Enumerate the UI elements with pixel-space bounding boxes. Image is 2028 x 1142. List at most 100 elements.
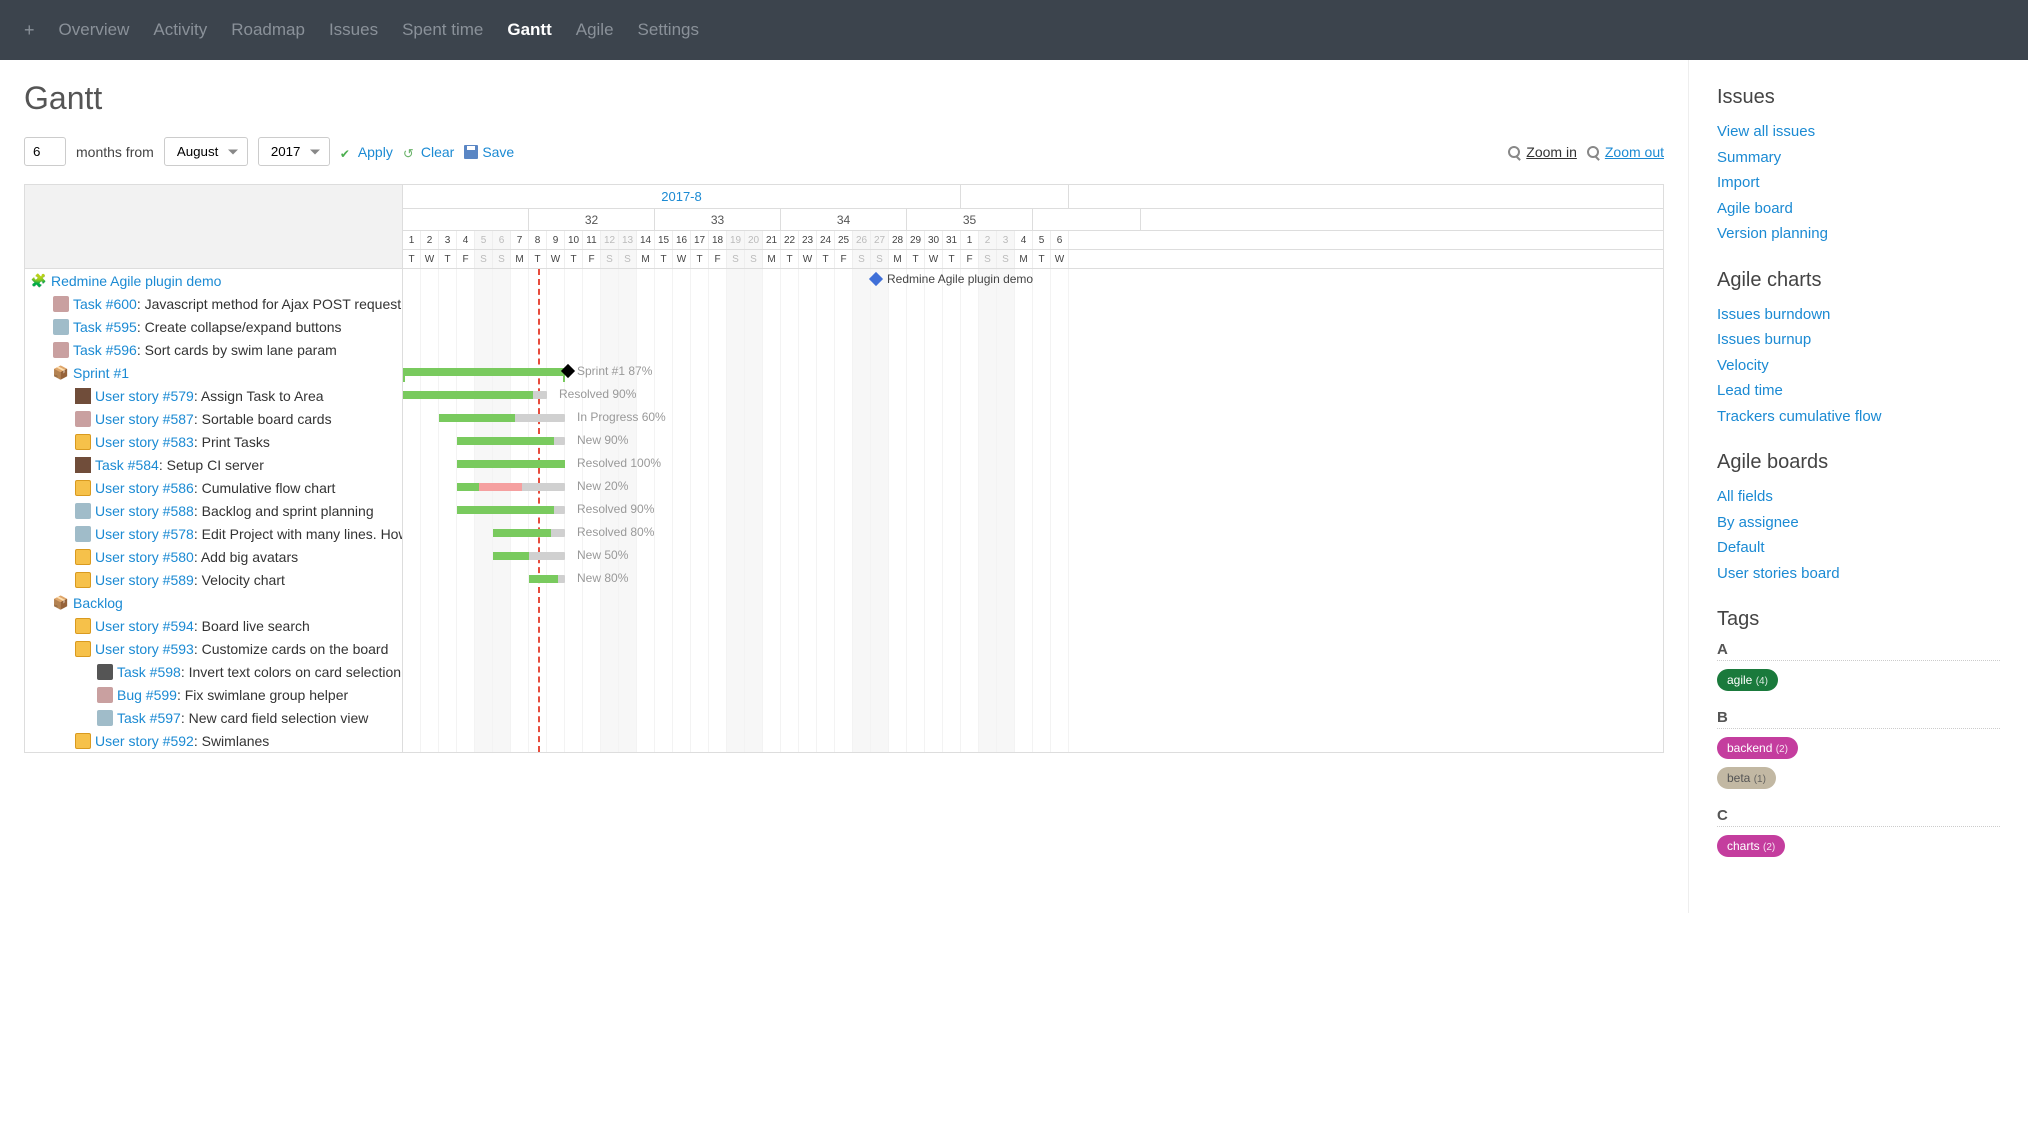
sidebar-link[interactable]: Default <box>1717 535 2000 561</box>
zoom-in-link[interactable]: Zoom in <box>1508 144 1577 160</box>
box-icon <box>75 618 91 634</box>
gantt-bar[interactable]: In Progress 60% <box>439 414 565 422</box>
gantt-bar[interactable]: Resolved 90% <box>457 506 565 514</box>
gantt-row: User story #588: Backlog and sprint plan… <box>25 499 402 522</box>
issue-link[interactable]: User story #580 <box>95 549 194 565</box>
zoom-out-link[interactable]: Zoom out <box>1587 144 1664 160</box>
sidebar-link[interactable]: User stories board <box>1717 561 2000 587</box>
issue-link[interactable]: User story #588 <box>95 503 194 519</box>
sidebar-link[interactable]: Import <box>1717 170 2000 196</box>
nav-overview[interactable]: Overview <box>59 20 130 40</box>
issue-link[interactable]: Task #595 <box>73 319 137 335</box>
sidebar-link[interactable]: Issues burndown <box>1717 302 2000 328</box>
issue-link[interactable]: Bug #599 <box>117 687 177 703</box>
month-header[interactable]: 2017-8 <box>403 185 961 209</box>
issue-link[interactable]: User story #593 <box>95 641 194 657</box>
bar-label: Sprint #1 87% <box>577 364 652 378</box>
tag[interactable]: beta (1) <box>1717 767 1776 789</box>
gantt-bar[interactable]: New 50% <box>493 552 565 560</box>
tag-letter: B <box>1717 709 2000 729</box>
apply-link[interactable]: Apply <box>340 144 393 160</box>
issue-link[interactable]: User story #579 <box>95 388 194 404</box>
issue-link[interactable]: User story #592 <box>95 733 194 749</box>
issue-link[interactable]: Sprint #1 <box>73 365 129 381</box>
gantt-bar[interactable]: Resolved 100% <box>457 460 565 468</box>
issue-link[interactable]: User story #589 <box>95 572 194 588</box>
issue-link[interactable]: Task #597 <box>117 710 181 726</box>
nav-activity[interactable]: Activity <box>153 20 207 40</box>
issue-link[interactable]: User story #586 <box>95 480 194 496</box>
week-header: 32 <box>529 209 655 230</box>
issue-desc: : Swimlanes <box>194 733 269 749</box>
page-title: Gantt <box>24 80 1664 117</box>
year-select[interactable]: 2017 <box>258 137 330 166</box>
gantt-controls: months from August 2017 Apply Clear Save… <box>24 137 1664 166</box>
sidebar-agile-charts: Agile charts Issues burndownIssues burnu… <box>1717 269 2000 430</box>
nav-gantt[interactable]: Gantt <box>507 20 551 40</box>
sidebar-link[interactable]: Summary <box>1717 145 2000 171</box>
issue-link[interactable]: Task #600 <box>73 296 137 312</box>
sidebar-link[interactable]: By assignee <box>1717 510 2000 536</box>
bar-label: Resolved 90% <box>577 502 654 516</box>
tag-letter: A <box>1717 641 2000 661</box>
issue-link[interactable]: Task #596 <box>73 342 137 358</box>
tag[interactable]: backend (2) <box>1717 737 1798 759</box>
sidebar-link[interactable]: Version planning <box>1717 221 2000 247</box>
issue-desc: : Fix swimlane group helper <box>177 687 348 703</box>
gantt-row: User story #579: Assign Task to Area <box>25 384 402 407</box>
gantt-bar[interactable]: New 80% <box>529 575 565 583</box>
issue-desc: : Assign Task to Area <box>194 388 324 404</box>
milestone-diamond[interactable] <box>869 272 883 286</box>
sidebar-agile-boards: Agile boards All fieldsBy assigneeDefaul… <box>1717 451 2000 586</box>
nav-issues[interactable]: Issues <box>329 20 378 40</box>
issue-link[interactable]: Backlog <box>73 595 123 611</box>
clear-icon <box>403 145 417 159</box>
gantt-bar[interactable]: New 90% <box>457 437 565 445</box>
avatar-icon <box>97 710 113 726</box>
issue-link[interactable]: User story #583 <box>95 434 194 450</box>
gantt-bar[interactable]: Resolved 80% <box>493 529 565 537</box>
sidebar-link[interactable]: Lead time <box>1717 378 2000 404</box>
sidebar-link[interactable]: Issues burnup <box>1717 327 2000 353</box>
gantt-row: User story #580: Add big avatars <box>25 545 402 568</box>
save-link[interactable]: Save <box>464 144 514 160</box>
tag[interactable]: agile (4) <box>1717 669 1778 691</box>
sidebar: Issues View all issuesSummaryImportAgile… <box>1688 60 2028 913</box>
box-icon <box>75 572 91 588</box>
nav-spent-time[interactable]: Spent time <box>402 20 483 40</box>
gantt-bar[interactable]: New 20% <box>457 483 565 491</box>
gantt-row: Backlog <box>25 591 402 614</box>
add-icon[interactable]: + <box>24 20 35 41</box>
nav-roadmap[interactable]: Roadmap <box>231 20 305 40</box>
sidebar-tags-title: Tags <box>1717 608 2000 631</box>
issue-link[interactable]: User story #587 <box>95 411 194 427</box>
sidebar-link[interactable]: Agile board <box>1717 196 2000 222</box>
sidebar-link[interactable]: Velocity <box>1717 353 2000 379</box>
gantt-chart: Redmine Agile plugin demoTask #600: Java… <box>24 184 1664 753</box>
nav-settings[interactable]: Settings <box>638 20 699 40</box>
sidebar-link[interactable]: Trackers cumulative flow <box>1717 404 2000 430</box>
issue-desc: : Sortable board cards <box>194 411 332 427</box>
avatar-icon <box>53 296 69 312</box>
issue-link[interactable]: User story #578 <box>95 526 194 542</box>
issue-desc: : Velocity chart <box>194 572 285 588</box>
issue-link[interactable]: User story #594 <box>95 618 194 634</box>
week-header <box>1033 209 1141 230</box>
gantt-bar[interactable]: Sprint #1 87% <box>403 368 565 376</box>
month-select[interactable]: August <box>164 137 248 166</box>
nav-agile[interactable]: Agile <box>576 20 614 40</box>
tag[interactable]: charts (2) <box>1717 835 1785 857</box>
issue-desc: : Invert text colors on card selection <box>181 664 401 680</box>
issue-link[interactable]: Task #598 <box>117 664 181 680</box>
pkg-icon <box>53 365 69 381</box>
issue-link[interactable]: Task #584 <box>95 457 159 473</box>
issue-link[interactable]: Redmine Agile plugin demo <box>51 273 221 289</box>
sidebar-link[interactable]: All fields <box>1717 484 2000 510</box>
avatar-icon <box>75 411 91 427</box>
clear-link[interactable]: Clear <box>403 144 454 160</box>
bar-label: New 90% <box>577 433 628 447</box>
week-header: 34 <box>781 209 907 230</box>
gantt-bar[interactable]: Resolved 90% <box>403 391 547 399</box>
sidebar-link[interactable]: View all issues <box>1717 119 2000 145</box>
months-input[interactable] <box>24 137 66 166</box>
